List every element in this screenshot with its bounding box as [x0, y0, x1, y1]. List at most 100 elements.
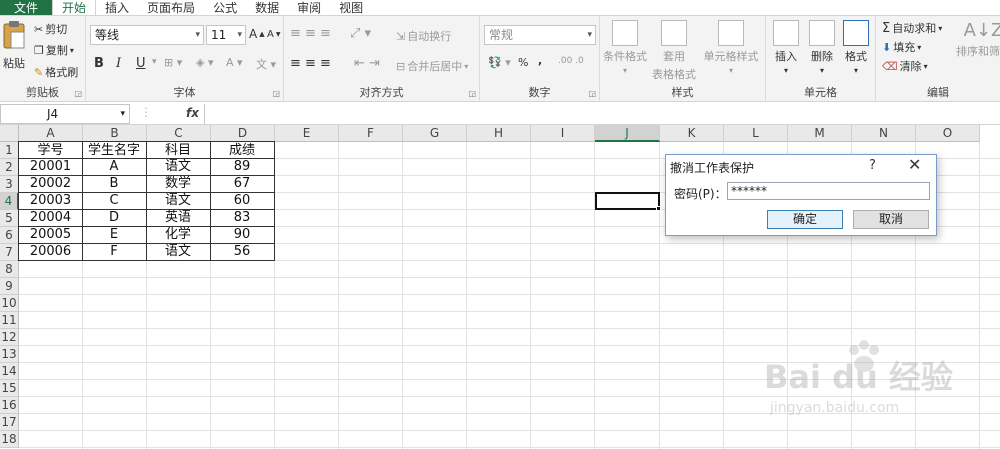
fill-handle[interactable] [656, 206, 661, 211]
row-header-9[interactable]: 9 [0, 278, 19, 295]
shrink-font-button[interactable]: A ▼ [267, 29, 280, 40]
close-icon[interactable]: ✕ [908, 155, 921, 174]
number-format-select[interactable]: 常规 ▾ [484, 25, 596, 45]
align-left-icon[interactable]: ≡ ≡ ≡ [290, 56, 331, 71]
table-header-cell[interactable]: 成绩 [210, 141, 275, 159]
column-header-A[interactable]: A [19, 125, 83, 142]
dialog-launcher-icon[interactable]: ◲ [588, 89, 596, 98]
table-cell[interactable]: 语文 [146, 158, 211, 176]
tab-file[interactable]: 文件 [0, 0, 53, 15]
font-color-icon[interactable]: A ▾ [226, 56, 243, 69]
row-header-18[interactable]: 18 [0, 431, 19, 448]
tab-page-layout[interactable]: 页面布局 [138, 0, 204, 15]
row-header-3[interactable]: 3 [0, 176, 19, 193]
column-header-G[interactable]: G [403, 125, 467, 142]
column-header-C[interactable]: C [147, 125, 211, 142]
table-cell[interactable]: 20005 [18, 226, 83, 244]
align-top-icon[interactable]: ≡ ≡ ≡ [290, 26, 331, 41]
column-header-O[interactable]: O [916, 125, 980, 142]
table-cell[interactable]: 数学 [146, 175, 211, 193]
column-header-B[interactable]: B [83, 125, 147, 142]
dialog-launcher-icon[interactable]: ◲ [74, 89, 82, 98]
phonetic-icon[interactable]: 文 ▾ [256, 56, 276, 72]
select-all-corner[interactable] [0, 125, 19, 142]
column-header-N[interactable]: N [852, 125, 916, 142]
table-cell[interactable]: A [82, 158, 147, 176]
font-name-select[interactable]: 等线 ▾ [90, 25, 204, 45]
dialog-launcher-icon[interactable]: ◲ [468, 89, 476, 98]
row-header-16[interactable]: 16 [0, 397, 19, 414]
table-cell[interactable]: 67 [210, 175, 275, 193]
row-header-8[interactable]: 8 [0, 261, 19, 278]
wrap-text-button[interactable]: ⇲ 自动换行 [396, 28, 451, 44]
clear-button[interactable]: ⌫ 清除 ▾ [882, 58, 928, 74]
column-header-D[interactable]: D [211, 125, 275, 142]
table-cell[interactable]: 化学 [146, 226, 211, 244]
fill-color-icon[interactable]: ◈ ▾ [196, 56, 213, 69]
insert-cells-button[interactable]: 插入 ▾ [770, 20, 802, 75]
decimal-increase-icon[interactable]: .00 .0 [558, 56, 584, 66]
tab-view[interactable]: 视图 [330, 0, 372, 15]
active-cell-outline[interactable] [595, 192, 660, 210]
table-cell[interactable]: 语文 [146, 192, 211, 210]
table-cell[interactable]: 20002 [18, 175, 83, 193]
chevron-down-icon[interactable]: ▾ [152, 57, 157, 67]
row-header-14[interactable]: 14 [0, 363, 19, 380]
table-header-cell[interactable]: 学生名字 [82, 141, 147, 159]
row-header-6[interactable]: 6 [0, 227, 19, 244]
copy-button[interactable]: ❐ 复制 ▾ [34, 42, 74, 58]
column-header-H[interactable]: H [467, 125, 531, 142]
column-header-F[interactable]: F [339, 125, 403, 142]
table-cell[interactable]: 20006 [18, 243, 83, 261]
table-cell[interactable]: B [82, 175, 147, 193]
row-header-13[interactable]: 13 [0, 346, 19, 363]
cancel-button[interactable]: 取消 [853, 210, 929, 229]
cut-button[interactable]: ✂ 剪切 [34, 21, 67, 37]
table-cell[interactable]: 英语 [146, 209, 211, 227]
row-header-7[interactable]: 7 [0, 244, 19, 261]
column-header-J[interactable]: J [595, 125, 660, 142]
dialog-launcher-icon[interactable]: ◲ [272, 89, 280, 98]
row-header-4[interactable]: 4 [0, 193, 19, 210]
column-header-L[interactable]: L [724, 125, 788, 142]
bold-button[interactable]: B [94, 56, 104, 71]
conditional-format-button[interactable]: 条件格式 ▾ [602, 20, 648, 75]
table-cell[interactable]: 语文 [146, 243, 211, 261]
table-cell[interactable]: 20003 [18, 192, 83, 210]
merge-center-button[interactable]: ⊟ 合并后居中 ▾ [396, 58, 468, 74]
row-header-10[interactable]: 10 [0, 295, 19, 312]
currency-icon[interactable]: 💱 ▾ [488, 56, 511, 69]
sort-filter-button[interactable]: A↓Z 排序和筛选 [956, 20, 1000, 59]
table-cell[interactable]: C [82, 192, 147, 210]
format-as-table-button[interactable]: 套用 表格格式 [652, 20, 696, 82]
tab-home[interactable]: 开始 [52, 0, 97, 15]
tab-formulas[interactable]: 公式 [204, 0, 246, 15]
italic-button[interactable]: I [116, 56, 121, 71]
delete-cells-button[interactable]: 删除 ▾ [806, 20, 838, 75]
row-header-1[interactable]: 1 [0, 142, 19, 159]
table-cell[interactable]: 83 [210, 209, 275, 227]
ok-button[interactable]: 确定 [767, 210, 843, 229]
table-cell[interactable]: 89 [210, 158, 275, 176]
font-size-select[interactable]: 11 ▾ [206, 25, 246, 45]
percent-button[interactable]: % [518, 56, 528, 69]
table-header-cell[interactable]: 科目 [146, 141, 211, 159]
paste-button[interactable]: 粘贴 [2, 20, 26, 71]
format-cells-button[interactable]: 格式 ▾ [840, 20, 872, 75]
row-header-15[interactable]: 15 [0, 380, 19, 397]
comma-button[interactable]: , [538, 54, 542, 67]
row-header-17[interactable]: 17 [0, 414, 19, 431]
tab-review[interactable]: 审阅 [288, 0, 330, 15]
formula-input[interactable] [204, 104, 1000, 124]
table-cell[interactable]: 56 [210, 243, 275, 261]
table-cell[interactable]: 60 [210, 192, 275, 210]
tab-data[interactable]: 数据 [246, 0, 288, 15]
format-painter-button[interactable]: ✎ 格式刷 [34, 64, 78, 80]
indent-icon[interactable]: ⇤ ⇥ [354, 56, 380, 71]
table-cell[interactable]: 90 [210, 226, 275, 244]
column-header-I[interactable]: I [531, 125, 595, 142]
underline-button[interactable]: U [136, 56, 146, 71]
column-header-K[interactable]: K [660, 125, 724, 142]
table-header-cell[interactable]: 学号 [18, 141, 83, 159]
row-header-12[interactable]: 12 [0, 329, 19, 346]
